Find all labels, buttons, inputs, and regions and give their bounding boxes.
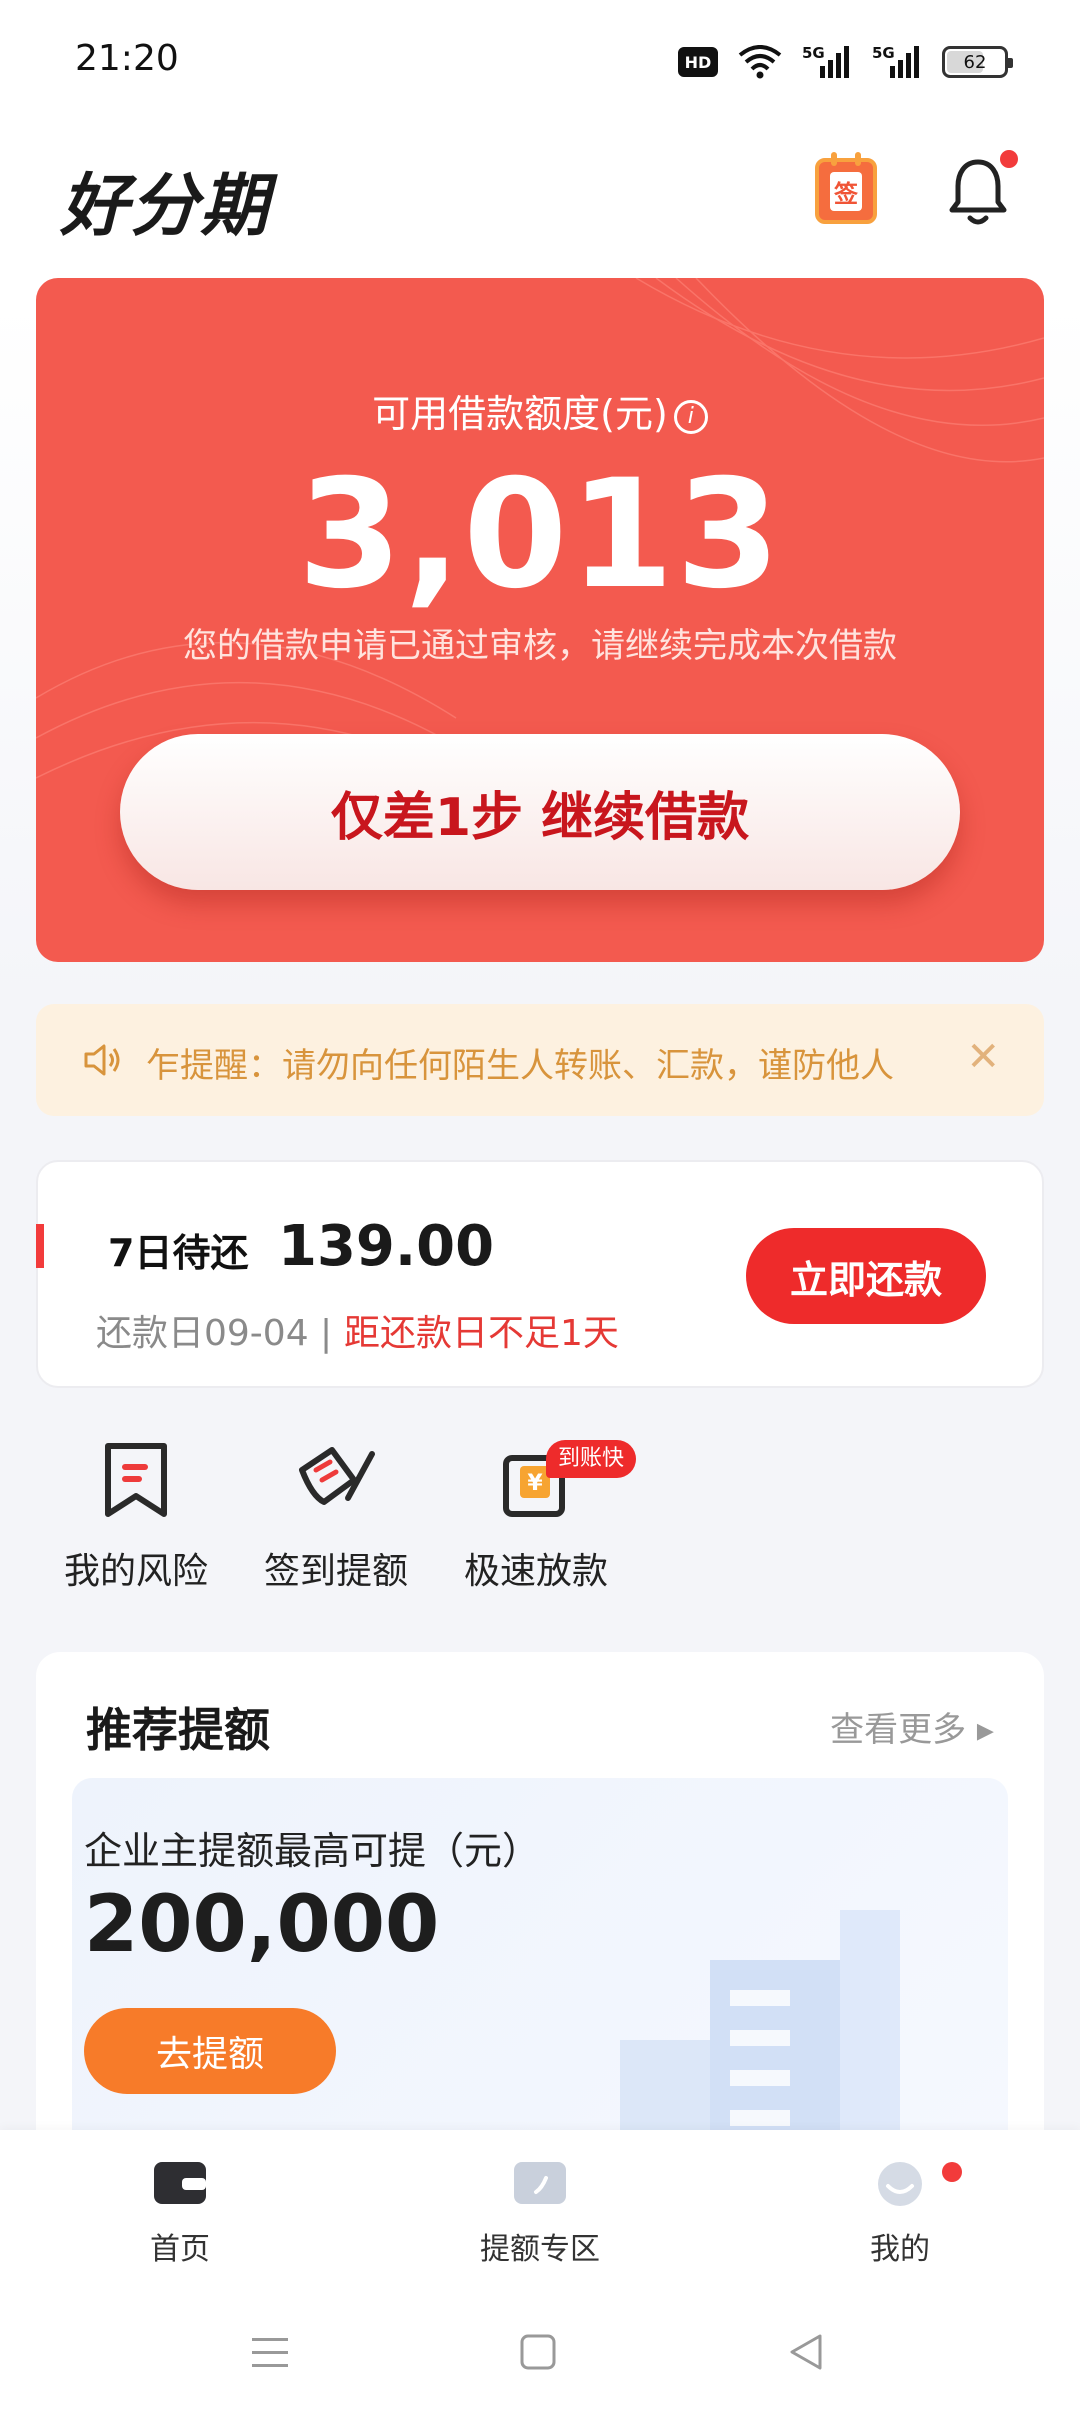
quick-action-label: 签到提额 xyxy=(263,1551,408,1592)
avatar-icon xyxy=(878,2162,922,2206)
status-bar: 21:20 HD 5G 5G 62 xyxy=(0,0,1080,120)
quick-action-label: 我的风险 xyxy=(63,1551,208,1592)
wifi-icon xyxy=(738,45,782,79)
app-logo: 好分期 xyxy=(60,167,271,246)
repayment-card: 7日待还 139.00 还款日09-04 | 距还款日不足1天 立即还款 xyxy=(36,1160,1044,1388)
continue-borrow-button[interactable]: 仅差1步 继续借款 xyxy=(120,734,960,890)
nav-label: 首页 xyxy=(150,2232,210,2267)
signal-icon-2: 5G xyxy=(872,44,922,80)
info-icon[interactable]: i xyxy=(673,399,708,434)
fast-arrival-badge: 到账快 xyxy=(546,1440,637,1478)
bottom-navigation: 首页 提额专区 我的 xyxy=(0,2130,1080,2280)
quick-action-my-risk[interactable]: 我的风险 xyxy=(36,1440,236,1594)
signal-icon-1: 5G xyxy=(802,44,852,80)
quick-action-checkin[interactable]: 签到提额 xyxy=(236,1440,436,1594)
credit-title: 可用借款额度(元) i xyxy=(36,383,1044,438)
nav-label: 提额专区 xyxy=(480,2232,600,2267)
checkin-calendar-icon[interactable]: 签 xyxy=(815,152,877,224)
system-navigation-bar xyxy=(0,2280,1080,2412)
status-time: 21:20 xyxy=(75,38,179,79)
hd-icon: HD xyxy=(678,47,718,77)
quota-icon xyxy=(514,2162,566,2204)
nav-mine[interactable]: 我的 xyxy=(800,2160,1000,2268)
view-more-link[interactable]: 查看更多 ▸ xyxy=(830,1702,994,1751)
recommend-subtitle: 企业主提额最高可提（元） xyxy=(84,1829,541,1873)
checkin-label: 签 xyxy=(830,171,862,211)
nav-label: 我的 xyxy=(870,2232,930,2267)
nav-quota-zone[interactable]: 提额专区 xyxy=(440,2160,640,2268)
repayment-label: 7日待还 xyxy=(108,1231,249,1275)
raise-limit-button[interactable]: 去提额 xyxy=(84,2008,336,2094)
sign-pen-icon xyxy=(299,1447,375,1505)
notification-dot xyxy=(1000,150,1018,168)
repayment-warning: 距还款日不足1天 xyxy=(344,1313,619,1354)
recommend-amount: 200,000 xyxy=(84,1880,440,1970)
credit-limit-card: 可用借款额度(元) i 3,013 您的借款申请已通过审核，请继续完成本次借款 仅… xyxy=(36,278,1044,962)
app-header: 好分期 签 xyxy=(0,130,1080,260)
notice-text: 乍提醒：请勿向任何陌生人转账、汇款，谨防他人 xyxy=(146,1046,894,1086)
nav-home[interactable]: 首页 xyxy=(80,2160,280,2268)
wallet-icon xyxy=(154,2162,206,2204)
quick-actions: 我的风险 签到提额 ¥ 极速放款 到账快 xyxy=(0,1440,1080,1620)
menu-icon[interactable] xyxy=(240,2322,300,2382)
notification-bell-icon[interactable] xyxy=(948,156,1008,228)
credit-amount: 3,013 xyxy=(297,448,783,622)
credit-description: 您的借款申请已通过审核，请继续完成本次借款 xyxy=(183,626,897,666)
status-icons: HD 5G 5G 62 xyxy=(678,42,1013,82)
quick-action-label: 极速放款 xyxy=(463,1551,608,1592)
mine-notification-dot xyxy=(942,2162,962,2182)
bookmark-icon xyxy=(105,1443,167,1517)
battery-level: 62 xyxy=(963,51,987,73)
close-icon[interactable]: ✕ xyxy=(966,1034,1000,1080)
repay-now-button[interactable]: 立即还款 xyxy=(746,1228,986,1324)
home-square-icon[interactable] xyxy=(508,2322,568,2382)
repayment-amount: 139.00 xyxy=(278,1214,495,1279)
app-screen: 21:20 HD 5G 5G 62 好分期 签 可用借款额度(元) i 3,01… xyxy=(0,0,1080,2412)
recommend-title: 推荐提额 xyxy=(86,1703,270,1757)
repayment-due-date: 还款日09-04 | xyxy=(96,1313,333,1354)
svg-text:¥: ¥ xyxy=(527,1471,543,1496)
repayment-marker xyxy=(36,1224,44,1268)
credit-title-text: 可用借款额度(元) xyxy=(372,392,668,436)
back-triangle-icon[interactable] xyxy=(776,2322,836,2382)
battery-icon: 62 xyxy=(942,46,1013,78)
fraud-notice-bar: 乍提醒：请勿向任何陌生人转账、汇款，谨防他人 ✕ xyxy=(36,1004,1044,1116)
speaker-icon xyxy=(84,1044,120,1076)
